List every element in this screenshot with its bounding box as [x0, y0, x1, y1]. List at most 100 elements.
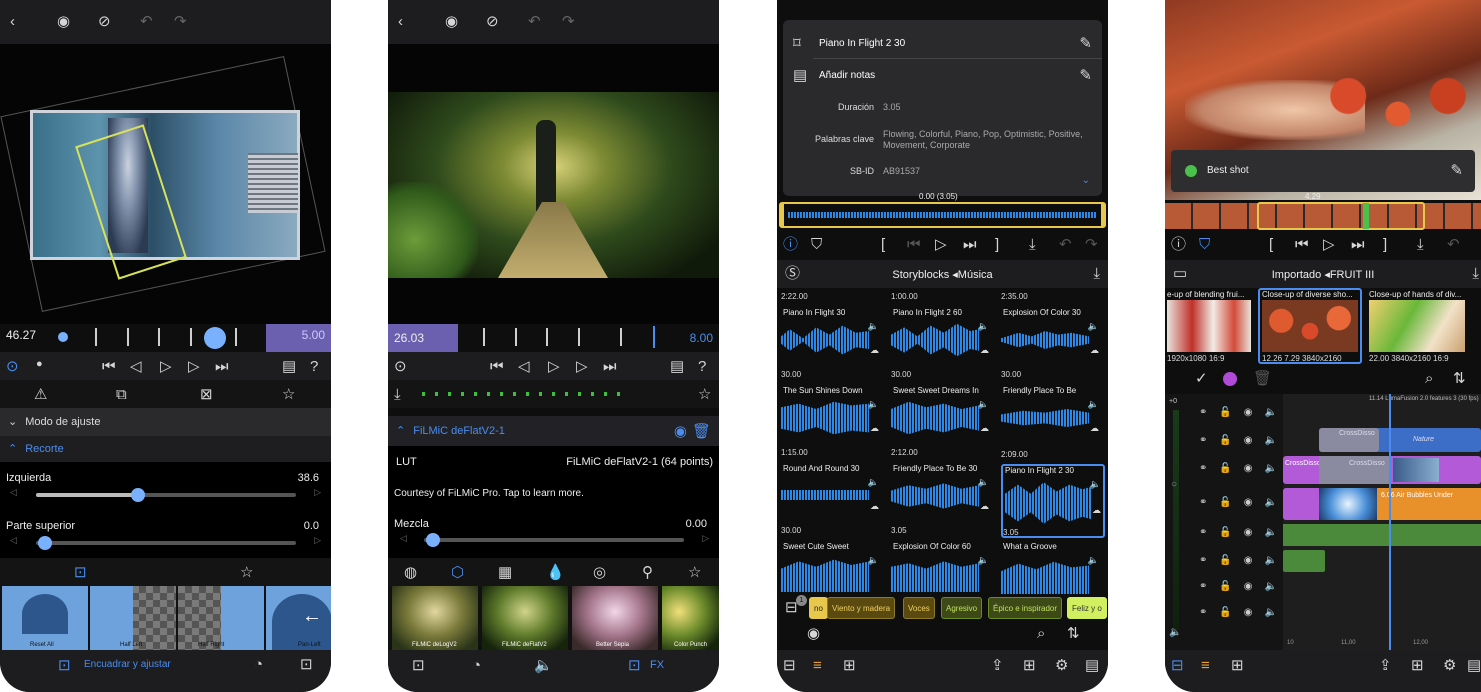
- add-icon[interactable]: ⊞: [1231, 658, 1244, 673]
- link-icon[interactable]: ⚭: [1199, 463, 1207, 474]
- crop-icon[interactable]: ⧉: [116, 387, 127, 402]
- mix-slider-knob[interactable]: [426, 533, 440, 547]
- audio-icon[interactable]: 🔈: [534, 658, 553, 673]
- undo-icon[interactable]: ↶: [528, 14, 541, 29]
- track-cell[interactable]: 2:35.00 Explosion Of Color 30 🔈 ☁: [1001, 290, 1101, 366]
- fit-adjust-label[interactable]: Encuadrar y ajustar: [84, 659, 171, 670]
- preset-color-punch[interactable]: Color Punch: [662, 586, 719, 650]
- add-notes[interactable]: Añadir notas: [819, 70, 875, 81]
- speaker-icon[interactable]: 🔈: [1265, 463, 1277, 474]
- palette-icon[interactable]: ◍: [404, 565, 417, 580]
- mark-in-icon[interactable]: [: [1269, 237, 1273, 252]
- link-icon[interactable]: ⚭: [1199, 555, 1207, 566]
- mix-decrement-icon[interactable]: ◁: [400, 534, 407, 543]
- media-clip[interactable]: Close-up of hands of div... 22.00 3840x2…: [1367, 290, 1481, 363]
- favorite-presets-icon[interactable]: ☆: [240, 565, 253, 580]
- edit-notes-icon[interactable]: ✎: [1079, 68, 1092, 83]
- speaker-icon[interactable]: 🔈: [1090, 480, 1101, 489]
- redo-icon[interactable]: ↷: [562, 14, 575, 29]
- speaker-icon[interactable]: 🔈: [868, 400, 879, 409]
- lock-icon[interactable]: 🔓: [1219, 607, 1231, 618]
- insert-icon[interactable]: ⤓: [1417, 237, 1424, 252]
- cloud-icon[interactable]: ☁: [980, 424, 989, 433]
- keyframe-dot[interactable]: [58, 332, 68, 342]
- link-icon[interactable]: ⚭: [1199, 435, 1207, 446]
- genre-tag[interactable]: Voces: [903, 597, 935, 619]
- edit-icon[interactable]: ✎: [1450, 163, 1463, 178]
- preset-half-left[interactable]: Half Left: [90, 586, 176, 650]
- speaker-icon[interactable]: 🔈: [1265, 497, 1277, 508]
- fit-icon[interactable]: ⊡: [58, 658, 71, 673]
- genre-tag[interactable]: Agresivo: [941, 597, 983, 619]
- speaker-icon[interactable]: 🔈: [868, 556, 879, 565]
- step-forward-icon[interactable]: ▷: [188, 359, 200, 374]
- crop-header[interactable]: ⌃ Recorte: [0, 436, 331, 462]
- eye-icon[interactable]: ◉: [1244, 581, 1253, 592]
- cloud-icon[interactable]: ☁: [980, 502, 989, 511]
- speaker-icon[interactable]: 🔈: [1088, 322, 1099, 331]
- track-cell[interactable]: 1:00.00 Piano In Flight 2 60 🔈 ☁: [891, 290, 991, 366]
- grid-icon[interactable]: ⊞: [1023, 658, 1036, 673]
- mix-slider-track[interactable]: [424, 538, 684, 542]
- track-cell[interactable]: 2:12.00 Friendly Place To Be 30 🔈 ☁: [891, 446, 991, 522]
- redo-icon[interactable]: ↷: [174, 14, 187, 29]
- share-icon[interactable]: ⇪: [1379, 658, 1392, 673]
- fx-label[interactable]: FX: [650, 659, 664, 671]
- eye-icon[interactable]: ◉: [1244, 435, 1253, 446]
- help-icon[interactable]: ?: [310, 359, 318, 374]
- volume-icon[interactable]: 🔈: [1169, 628, 1181, 638]
- favorite-icon[interactable]: ☆: [698, 387, 711, 402]
- cube-icon[interactable]: ⬡: [451, 565, 464, 580]
- genre-tag[interactable]: Feliz y o: [1067, 597, 1107, 619]
- layout-icon[interactable]: ⊟: [783, 658, 796, 673]
- back-icon[interactable]: ‹: [10, 14, 15, 29]
- top-slider-knob[interactable]: [38, 536, 52, 550]
- genre-tag[interactable]: Viento y madera: [827, 597, 896, 619]
- track-cell-selected[interactable]: Piano In Flight 2 30 🔈 ☁ 3.05: [1001, 464, 1105, 538]
- speaker-icon[interactable]: 🔈: [1265, 581, 1277, 592]
- speaker-icon[interactable]: 🔈: [1265, 527, 1277, 538]
- solo-icon[interactable]: ◉: [57, 14, 70, 29]
- left-decrement-icon[interactable]: ◁: [10, 488, 17, 497]
- tracks-icon[interactable]: ≡: [813, 658, 822, 673]
- mark-in-icon[interactable]: [: [881, 237, 885, 252]
- key-icon[interactable]: ⚲: [642, 565, 653, 580]
- video-clip-middle[interactable]: CrossDisso CrossDisso: [1283, 456, 1481, 484]
- clipboard-icon[interactable]: ▤: [282, 359, 296, 374]
- top-increment-icon[interactable]: ▷: [314, 536, 321, 545]
- play-icon[interactable]: ▷: [160, 359, 172, 374]
- speaker-icon[interactable]: 🔈: [1265, 407, 1277, 418]
- tracks-icon[interactable]: ≡: [1201, 658, 1210, 673]
- clipboard-icon[interactable]: ▤: [670, 359, 684, 374]
- redo-icon[interactable]: ↷: [1085, 237, 1098, 252]
- cloud-icon[interactable]: ☁: [870, 424, 879, 433]
- warning-icon[interactable]: ⚠: [34, 387, 47, 402]
- transform-icon[interactable]: ⊠: [200, 387, 213, 402]
- left-increment-icon[interactable]: ▷: [314, 488, 321, 497]
- meter-knob-icon[interactable]: ○: [1171, 480, 1177, 490]
- filmstrip[interactable]: [1165, 202, 1481, 230]
- check-icon[interactable]: ✓: [1195, 371, 1208, 386]
- fx-icon[interactable]: ⊡: [628, 658, 641, 673]
- edit-icon[interactable]: ✎: [1079, 36, 1092, 51]
- toggle-icon[interactable]: ⊙: [394, 359, 407, 374]
- levels-icon[interactable]: ▦: [498, 565, 512, 580]
- go-end-icon[interactable]: ⏭: [215, 359, 229, 374]
- frame-fit-icon[interactable]: ⊡: [412, 658, 425, 673]
- preset-deflatv2[interactable]: FiLMiC deFlatV2: [482, 586, 568, 650]
- mute-icon[interactable]: ⊘: [98, 14, 111, 29]
- video-preview[interactable]: [388, 44, 719, 324]
- playhead[interactable]: [653, 326, 655, 348]
- step-back-icon[interactable]: ◁: [130, 359, 142, 374]
- eye-icon[interactable]: ◉: [1244, 607, 1253, 618]
- chevron-down-icon[interactable]: ⌄: [1082, 176, 1090, 186]
- lut-value[interactable]: FiLMiC deFlatV2-1 (64 points): [566, 456, 713, 468]
- drop-icon[interactable]: 💧: [546, 565, 565, 580]
- track-cell[interactable]: 1:15.00 Round And Round 30 🔈 ☁: [781, 446, 881, 522]
- top-decrement-icon[interactable]: ◁: [10, 536, 17, 545]
- lock-icon[interactable]: 🔓: [1219, 435, 1231, 446]
- track-cell[interactable]: 30.00 Sweet Cute Sweet 🔈: [781, 524, 881, 594]
- link-icon[interactable]: ⚭: [1199, 527, 1207, 538]
- speaker-icon[interactable]: 🔈: [978, 478, 989, 487]
- import-icon[interactable]: ⤓: [1472, 266, 1479, 281]
